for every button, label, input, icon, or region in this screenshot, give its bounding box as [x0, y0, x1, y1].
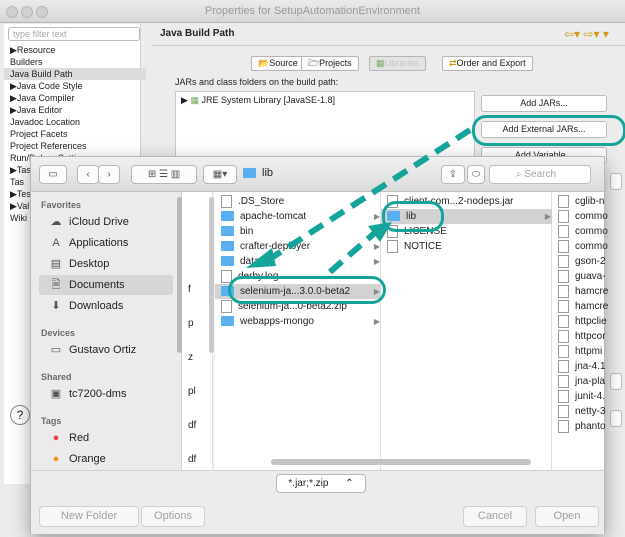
arrowhead-1 [246, 248, 276, 268]
annotation-arrows [246, 127, 472, 275]
arrow-external-to-folder [263, 127, 472, 265]
arrow-selenium-to-lib [328, 227, 380, 275]
